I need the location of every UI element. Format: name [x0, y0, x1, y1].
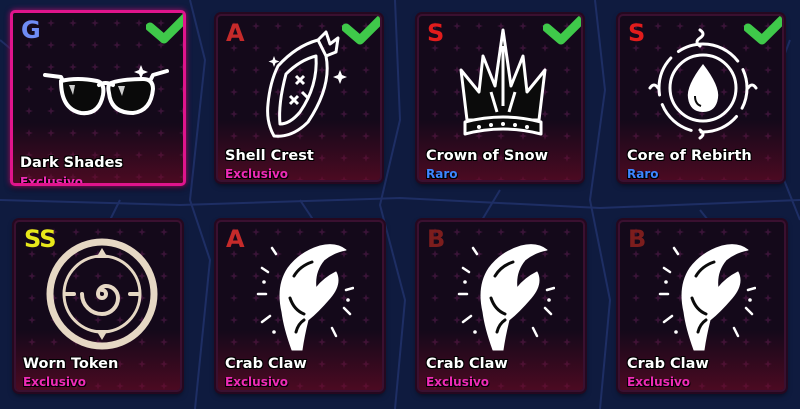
item-rarity: Exclusivo	[20, 175, 84, 186]
item-rarity: Exclusivo	[627, 375, 691, 389]
item-card-crown-of-snow[interactable]: S Crown of Snow Raro	[417, 14, 583, 182]
item-name: Crab Claw	[426, 356, 508, 372]
card-glow	[13, 123, 183, 183]
check-icon	[342, 16, 380, 45]
check-icon	[146, 13, 183, 44]
grade-badge: S	[628, 19, 645, 47]
item-rarity: Exclusivo	[225, 167, 289, 181]
crab-claw-icon	[457, 244, 555, 351]
grade-badge: G	[21, 16, 41, 44]
crab-claw-icon	[658, 244, 756, 351]
crab-claw-icon	[256, 244, 354, 351]
item-rarity: Raro	[426, 167, 458, 181]
grade-badge: A	[226, 19, 245, 47]
grade-badge: S	[427, 19, 444, 47]
spiral-token-icon	[46, 238, 158, 350]
item-name: Dark Shades	[20, 155, 124, 171]
item-card-crab-claw-a[interactable]: A Crab Claw Exclusivo	[216, 220, 384, 392]
item-card-dark-shades[interactable]: G Dark Shades Exclusivo	[10, 10, 186, 186]
item-name: Core of Rebirth	[627, 148, 752, 164]
grade-badge: B	[628, 225, 646, 253]
item-card-shell-crest[interactable]: A Shell Crest Exclusivo	[216, 14, 382, 182]
item-name: Shell Crest	[225, 148, 314, 164]
check-icon	[744, 16, 782, 45]
shell-crest-icon	[266, 30, 347, 138]
item-card-crab-claw-b2[interactable]: B Crab Claw Exclusivo	[618, 220, 786, 392]
item-name: Crab Claw	[225, 356, 307, 372]
item-rarity: Exclusivo	[426, 375, 490, 389]
grade-badge: A	[226, 225, 245, 253]
item-rarity: Exclusivo	[23, 375, 87, 389]
item-card-crab-claw-b1[interactable]: B Crab Claw Exclusivo	[417, 220, 585, 392]
check-icon	[543, 16, 581, 45]
item-rarity: Exclusivo	[225, 375, 289, 389]
crown-icon	[459, 28, 547, 136]
water-drop-icon	[648, 28, 758, 140]
item-rarity: Raro	[627, 167, 659, 181]
grade-badge: B	[427, 225, 445, 253]
sunglasses-icon	[43, 65, 169, 116]
item-card-worn-token[interactable]: SS Worn Token Exclusivo	[14, 220, 182, 392]
item-card-core-of-rebirth[interactable]: S Core of Rebirth Raro	[618, 14, 784, 182]
item-name: Crab Claw	[627, 356, 709, 372]
item-name: Crown of Snow	[426, 148, 548, 164]
item-name: Worn Token	[23, 356, 119, 372]
